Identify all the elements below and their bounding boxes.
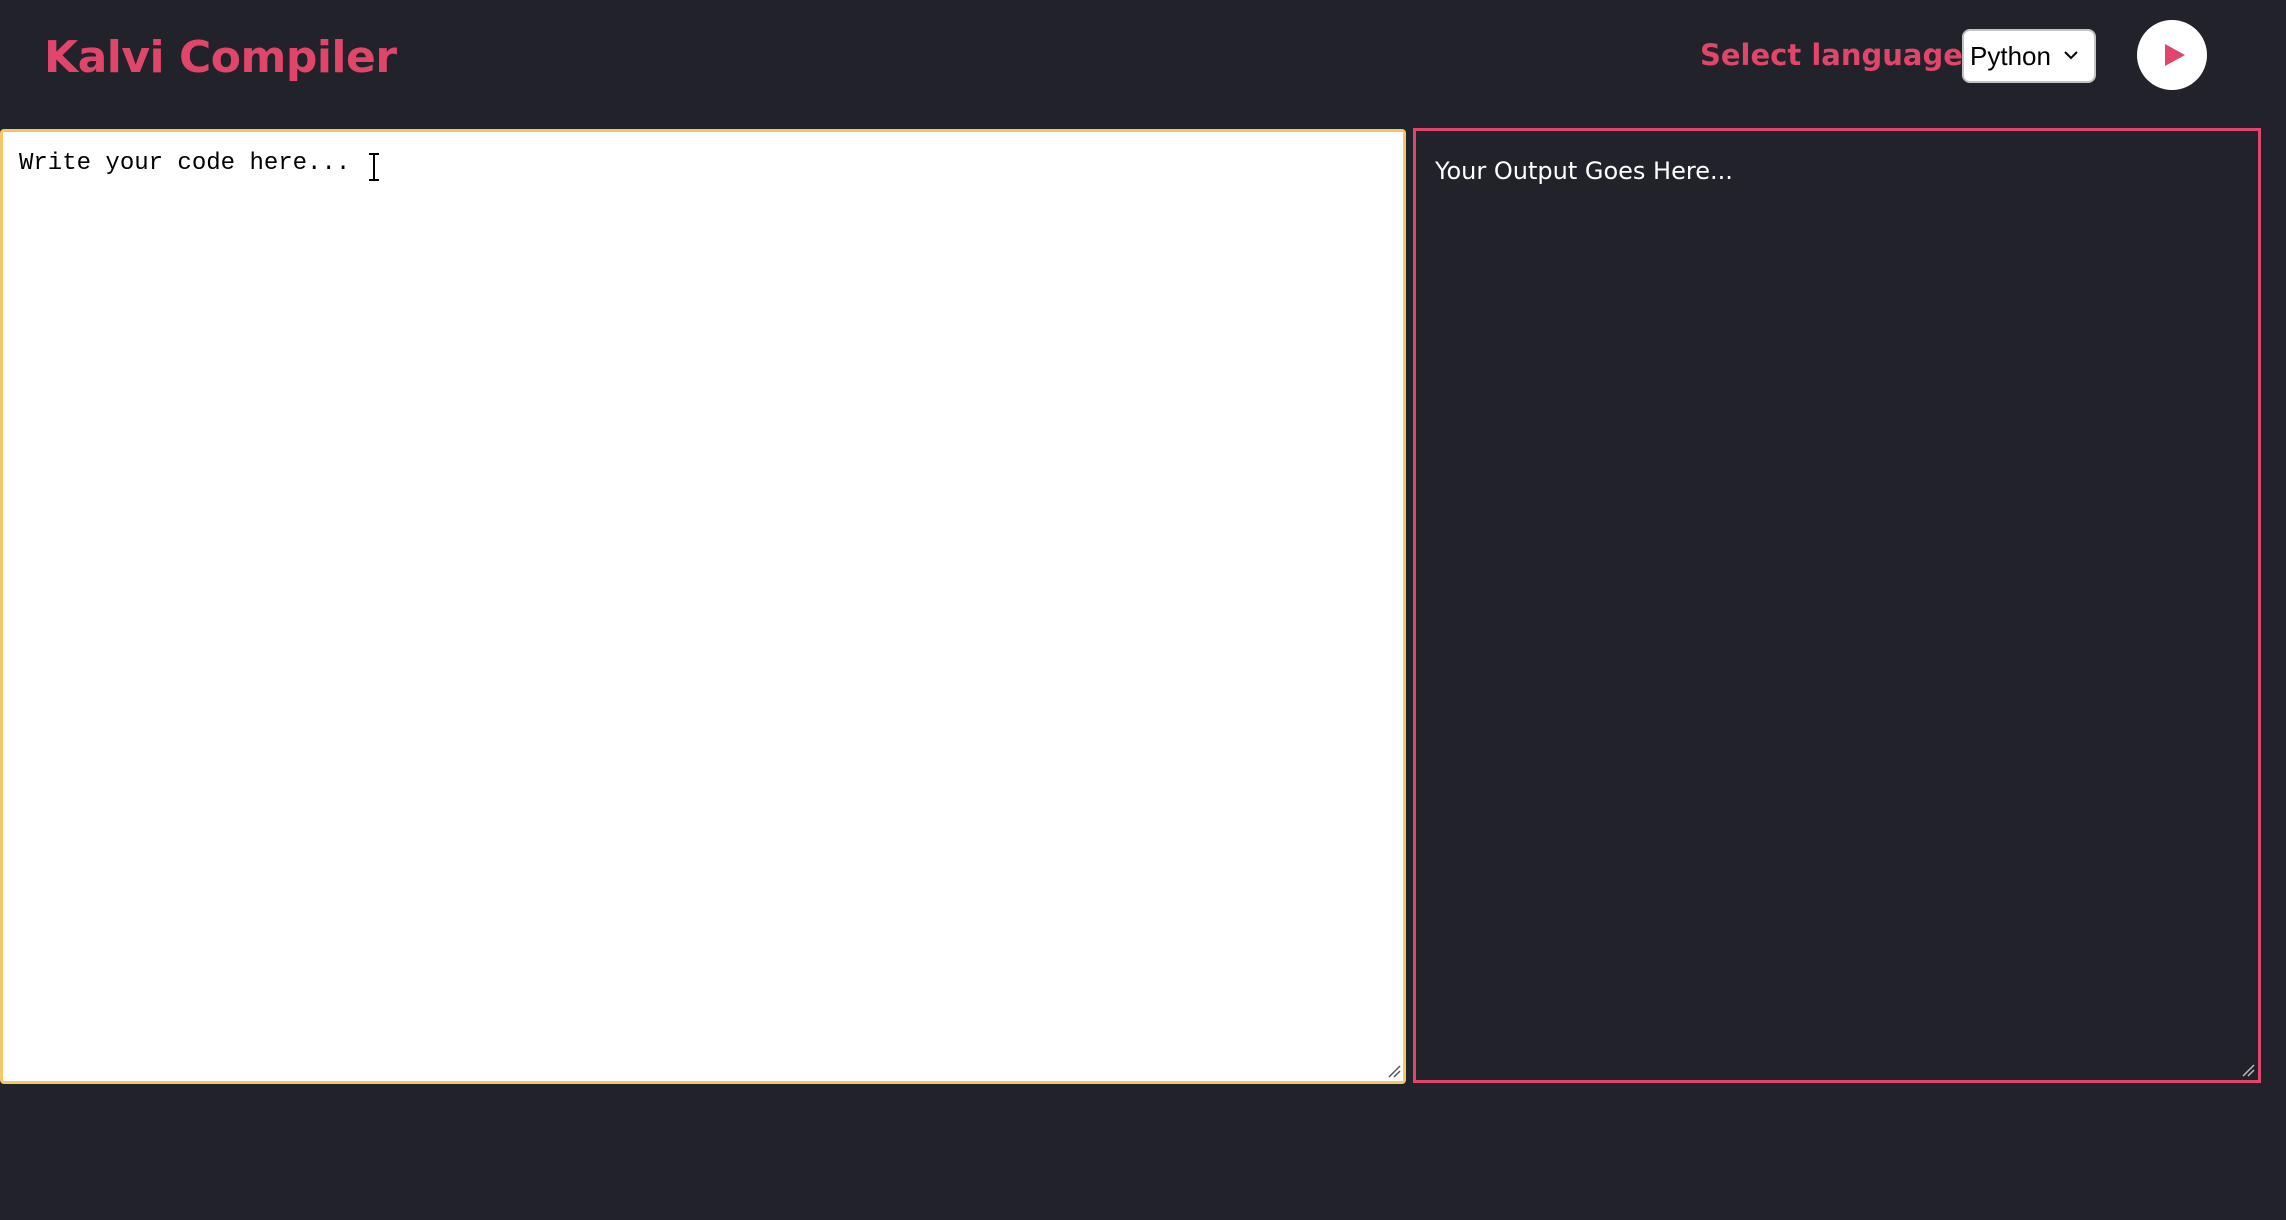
play-icon	[2164, 44, 2185, 66]
header: Kalvi Compiler Select language : Python	[0, 0, 2286, 120]
language-select-value: Python	[1970, 40, 2051, 71]
run-button[interactable]	[2137, 20, 2207, 90]
chevron-down-icon	[2064, 51, 2078, 60]
output-text: Your Output Goes Here...	[1435, 157, 1733, 185]
code-editor[interactable]	[0, 129, 1406, 1084]
resize-handle-icon[interactable]	[1387, 1064, 1401, 1078]
app-title: Kalvi Compiler	[44, 32, 397, 83]
language-select[interactable]: Python	[1962, 29, 2096, 83]
language-label: Select language :	[1700, 38, 1985, 72]
resize-handle-icon[interactable]	[2241, 1063, 2255, 1077]
output-panel[interactable]: Your Output Goes Here...	[1413, 128, 2261, 1083]
